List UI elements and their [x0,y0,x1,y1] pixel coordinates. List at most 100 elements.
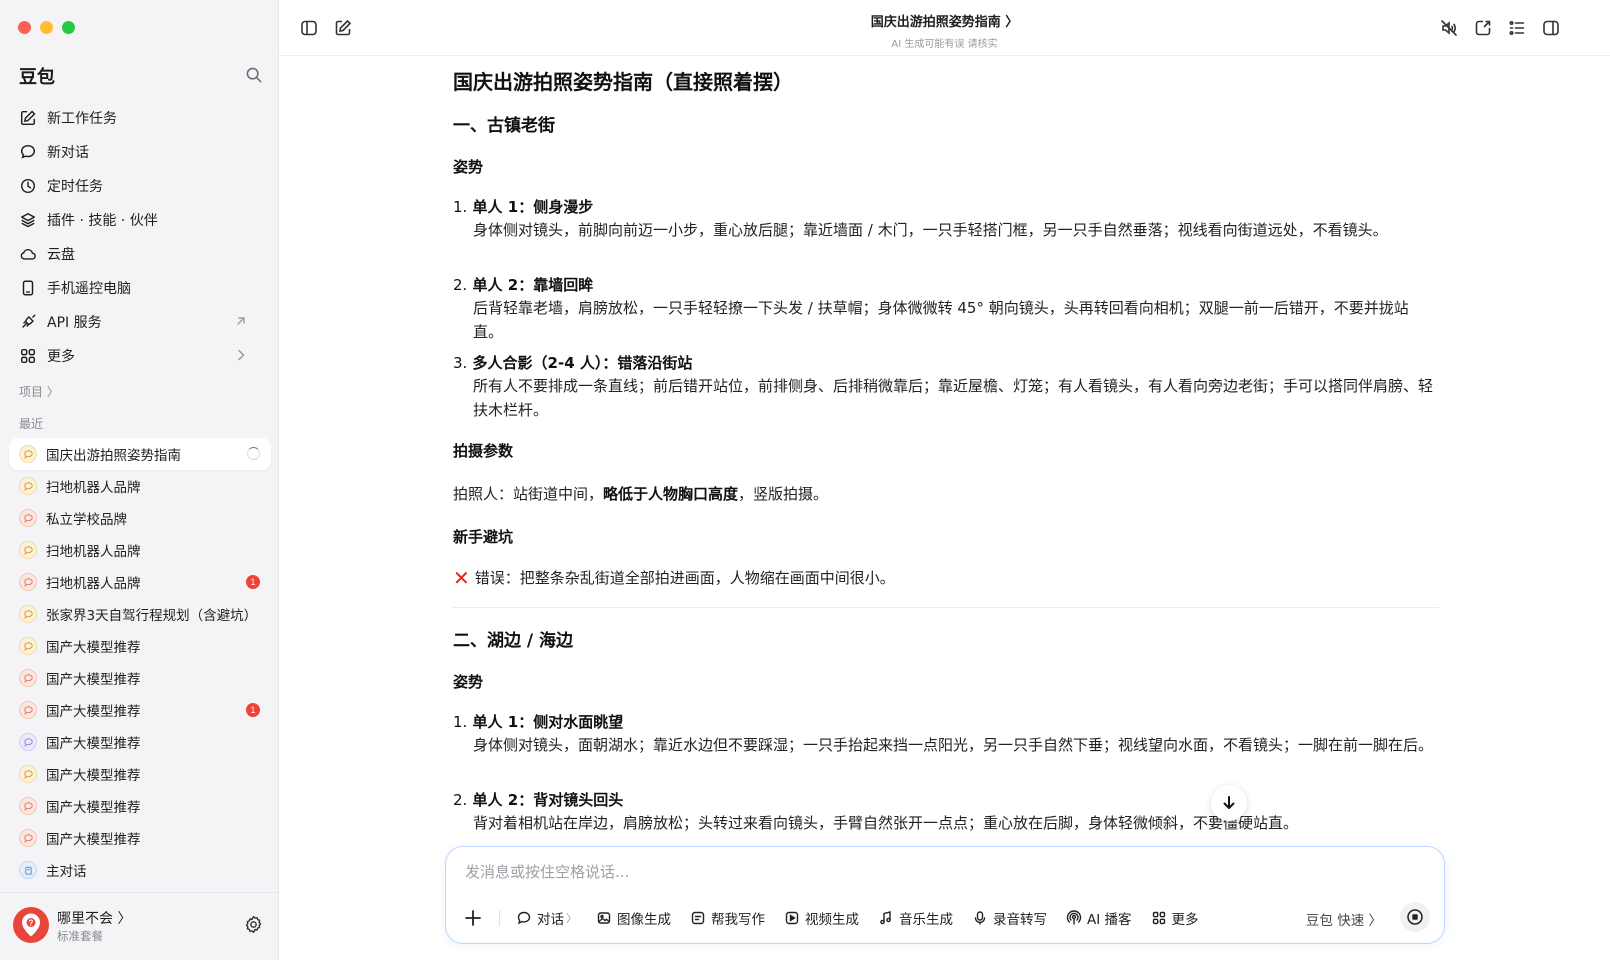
share-chat-icon[interactable] [1473,18,1493,38]
tool-ai-podcast[interactable]: AI 播客 [1066,905,1132,931]
tool-image-generation[interactable]: 图像生成 [596,905,671,931]
scroll-to-bottom-button[interactable] [1211,785,1247,821]
recent-chat-label: 私立学校品牌 [46,512,127,528]
list-number: 1. [453,198,468,216]
outline-list-icon[interactable] [1507,18,1527,38]
user-name[interactable]: 哪里不会 〉 [57,908,131,928]
list-title-text: 单人 2：靠墙回眸 [472,276,594,294]
params-paragraph: 拍照人：站街道中间，略低于人物胸口高度，竖版拍摄。 [453,483,828,504]
mute-speaker-icon[interactable] [1439,18,1459,38]
sidebar: 豆包 新工作任务 新对话 定时任务 插件 · 技能 · 伙伴 云盘 手机遥控电脑… [0,0,279,960]
tool-label: 录音转写 [993,912,1047,928]
recent-chat-item[interactable]: 扫地机器人品牌 1 [9,566,271,598]
nav-new-chat[interactable]: 新对话 [10,135,270,169]
recent-chat-label: 国产大模型推荐 [46,640,141,656]
recent-chat-item[interactable]: 扫地机器人品牌 [9,470,271,502]
recent-chat-label: 国产大模型推荐 [46,800,141,816]
cross-mark-icon: ✕ [453,566,470,590]
params-prefix: 拍照人：站街道中间， [453,485,604,503]
external-link-arrow-icon [237,317,245,325]
recent-chat-item[interactable]: 张家界3天自驾行程规划（含避坑） [9,598,271,630]
nav-plugins-skills[interactable]: 插件 · 技能 · 伙伴 [10,203,270,237]
loading-spinner-icon [247,447,260,460]
nav-more[interactable]: 更多 [10,339,270,373]
recent-chat-label: 国产大模型推荐 [46,672,141,688]
conversation-scroll-area[interactable]: 国庆出游拍照姿势指南（直接照着摆） 一、古镇老街 姿势 1. 单人 1：侧身漫步… [279,56,1610,842]
chat-thread-icon [19,573,37,591]
minimize-window-button[interactable] [40,21,53,34]
svg-text:?: ? [29,919,34,928]
chat-thread-icon [19,765,37,783]
nav-new-work-task[interactable]: 新工作任务 [10,101,270,135]
chat-thread-icon [19,669,37,687]
section-heading: 二、湖边 / 海边 [453,631,574,651]
top-bar: 国庆出游拍照姿势指南 〉 AI 生成可能有误 请核实 [279,0,1610,56]
nav-phone-remote[interactable]: 手机遥控电脑 [10,271,270,305]
nav-scheduled-tasks[interactable]: 定时任务 [10,169,270,203]
list-item-title: 1. 单人 1：侧身漫步 [453,196,593,217]
recent-chat-label: 扫地机器人品牌 [46,576,141,592]
recent-chat-item[interactable]: 国产大模型推荐 [9,630,271,662]
recent-chat-item[interactable]: 国庆出游拍照姿势指南 [9,438,271,470]
close-window-button[interactable] [18,21,31,34]
tool-label: 帮我写作 [711,912,765,928]
recent-chat-item[interactable]: 私立学校品牌 [9,502,271,534]
tool-more[interactable]: 更多 [1151,905,1199,931]
chat-thread-icon [19,605,37,623]
search-icon[interactable] [245,66,263,84]
tool-recording-transcribe[interactable]: 录音转写 [972,905,1047,931]
model-speed-selector[interactable]: 豆包 快速 〉 [1306,909,1382,929]
recent-chat-item[interactable]: 扫地机器人品牌 [9,534,271,566]
avatar[interactable]: ? [13,907,49,943]
recent-chat-item[interactable]: 国产大模型推荐 [9,726,271,758]
api-plug-icon [22,314,36,328]
microphone-icon [974,911,986,925]
recent-chat-label: 主对话 [46,864,87,880]
tool-chat-mode[interactable]: 对话〉 [516,905,577,931]
tool-video-generation[interactable]: 视频生成 [784,905,859,931]
tool-music-generation[interactable]: 音乐生成 [878,905,953,931]
main-chat-icon [19,861,37,879]
list-item-title: 2. 单人 2：靠墙回眸 [453,274,593,295]
recent-chat-label: 国产大模型推荐 [46,704,141,720]
projects-label[interactable]: 项目 〉 [19,383,59,400]
list-title-text: 单人 1：侧对水面眺望 [472,713,624,731]
main-panel: 国庆出游拍照姿势指南 〉 AI 生成可能有误 请核实 国庆出游拍照姿势指南（直接… [279,0,1610,960]
plus-icon[interactable] [462,907,484,929]
recent-chat-item[interactable]: 国产大模型推荐 1 [9,694,271,726]
gear-icon[interactable] [244,915,263,934]
section-divider [453,607,1439,608]
brand-title: 豆包 [19,67,55,88]
tool-label: 图像生成 [617,912,671,928]
tool-label: 视频生成 [805,912,859,928]
recent-chat-item[interactable]: 国产大模型推荐 [9,790,271,822]
user-account-bar[interactable]: ? 哪里不会 〉 标准套餐 [0,892,279,960]
stop-generation-button[interactable] [1400,902,1430,932]
chat-thread-icon [19,797,37,815]
zoom-window-button[interactable] [62,21,75,34]
recent-chat-item[interactable]: 国产大模型推荐 [9,662,271,694]
nav-api-service[interactable]: API 服务 [10,305,270,339]
nav-label: 手机遥控电脑 [47,281,131,297]
toolbar-divider [499,910,500,926]
list-title-text: 单人 1：侧身漫步 [472,198,594,216]
nav-label: 更多 [47,349,75,365]
nav-label: API 服务 [47,315,102,331]
message-input[interactable] [465,863,1365,881]
window-controls [18,21,75,34]
layers-icon [20,212,36,228]
conversation-title[interactable]: 国庆出游拍照姿势指南 〉 [279,11,1610,30]
recent-chat-item[interactable]: 主对话 [9,854,271,886]
tool-writing[interactable]: 帮我写作 [690,905,765,931]
list-number: 1. [453,713,468,731]
recent-chat-item[interactable]: 国产大模型推荐 [9,758,271,790]
list-number: 2. [453,276,468,294]
right-panel-toggle-icon[interactable] [1541,18,1561,38]
nav-cloud-drive[interactable]: 云盘 [10,237,270,271]
tip-paragraph: ✕ 错误：把整条杂乱街道全部拍进画面，人物缩在画面中间很小。 [453,566,895,590]
list-item-title: 1. 单人 1：侧对水面眺望 [453,711,623,732]
recent-chat-item[interactable]: 国产大模型推荐 [9,822,271,854]
writing-icon [691,911,705,925]
recent-chat-label: 国庆出游拍照姿势指南 [46,448,181,464]
video-play-icon [785,911,799,925]
